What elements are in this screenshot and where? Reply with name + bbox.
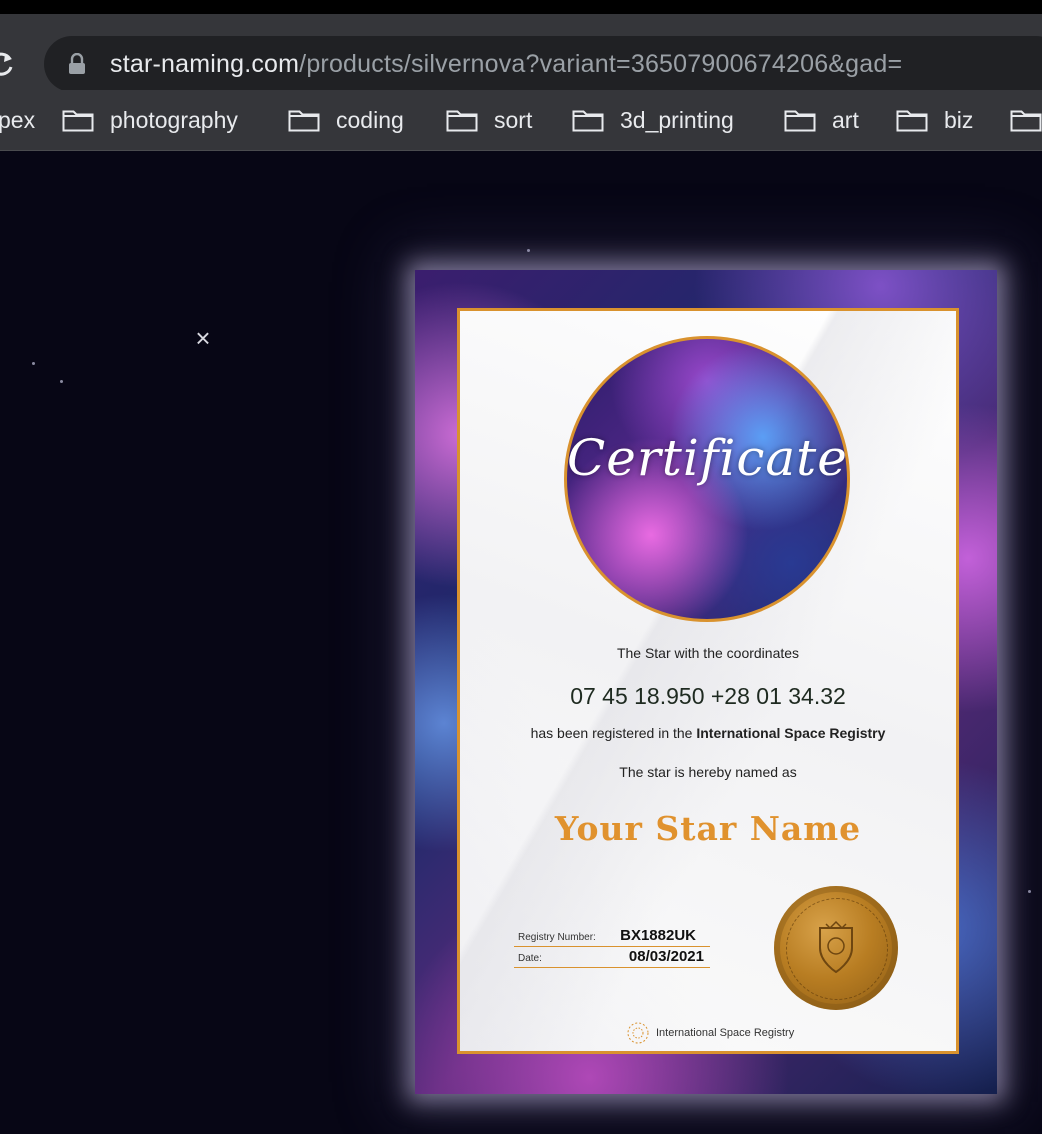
registered-line: has been registered in the International… (460, 725, 956, 741)
bookmark-label: art (832, 107, 859, 133)
date-value: 08/03/2021 (628, 948, 704, 965)
url-text[interactable]: star-naming.com/products/silvernova?vari… (110, 50, 902, 79)
named-as-line: The star is hereby named as (619, 764, 797, 780)
registry-number-label: Registry Number: (518, 932, 596, 943)
footer-logo: International Space Registry (626, 1021, 794, 1045)
bookmark-label: biz (944, 107, 974, 133)
registry-logo-icon (627, 1022, 649, 1044)
lock-icon[interactable] (68, 53, 86, 75)
star-coordinates: 07 45 18.950 +28 01 34.32 (570, 683, 846, 709)
footer-registry-name: International Space Registry (656, 1027, 795, 1039)
background-star (527, 249, 530, 252)
registry-number-value: BX1882UK (620, 927, 696, 944)
bookmark-label: pex (0, 107, 36, 133)
bookmark-sort[interactable]: sort (446, 100, 532, 140)
bookmarks-bar: pex photography coding sort 3d_printing … (0, 90, 1042, 151)
background-star (1028, 890, 1031, 893)
date-row: Date: 08/03/2021 (514, 947, 710, 968)
date-label: Date: (518, 953, 542, 964)
bookmark-label: 3d_printing (620, 107, 734, 133)
close-icon[interactable]: × (192, 325, 214, 351)
crest-icon (819, 920, 853, 974)
certificate-panel: Certificate The Star with the coordinate… (457, 308, 959, 1054)
folder-icon (1010, 110, 1042, 132)
background-star (60, 380, 63, 383)
certificate-image: Certificate The Star with the coordinate… (415, 270, 997, 1094)
bookmark-art[interactable]: art (784, 100, 859, 140)
background-star (32, 362, 35, 365)
folder-icon (62, 110, 94, 132)
reload-icon[interactable] (0, 50, 16, 78)
registry-details: Registry Number: BX1882UK Date: 08/03/20… (514, 926, 710, 968)
url-host: star-naming.com (110, 50, 300, 78)
folder-icon (446, 110, 478, 132)
address-bar[interactable]: star-naming.com/products/silvernova?vari… (44, 36, 1042, 92)
folder-icon (288, 110, 320, 132)
bookmark-overflow-folder[interactable] (1010, 100, 1042, 140)
url-path: /products/silvernova?variant=36507900674… (299, 50, 903, 78)
folder-icon (896, 110, 928, 132)
certificate-title: Certificate (567, 429, 848, 487)
bookmark-label: coding (336, 107, 404, 133)
registered-prefix: has been registered in the (530, 725, 697, 741)
bookmark-coding[interactable]: coding (288, 100, 404, 140)
galaxy-medallion: Certificate (564, 336, 850, 622)
bookmark-label: sort (494, 107, 533, 133)
folder-icon (784, 110, 816, 132)
star-name: Your Star Name (554, 809, 862, 848)
browser-toolbar: star-naming.com/products/silvernova?vari… (0, 14, 1042, 92)
registry-number-row: Registry Number: BX1882UK (514, 926, 710, 947)
window-top-strip (0, 0, 1042, 14)
bookmark-pex[interactable]: pex (0, 100, 35, 140)
coordinates-intro: The Star with the coordinates (616, 645, 800, 661)
gold-seal (774, 886, 898, 1010)
bookmark-3d-printing[interactable]: 3d_printing (572, 100, 734, 140)
bookmark-biz[interactable]: biz (896, 100, 973, 140)
lightbox-overlay: × Certificate The Star with the coordina… (0, 151, 1042, 1134)
bookmark-label: photography (110, 107, 238, 133)
folder-icon (572, 110, 604, 132)
bookmark-photography[interactable]: photography (62, 100, 238, 140)
registry-name: International Space Registry (696, 725, 886, 741)
